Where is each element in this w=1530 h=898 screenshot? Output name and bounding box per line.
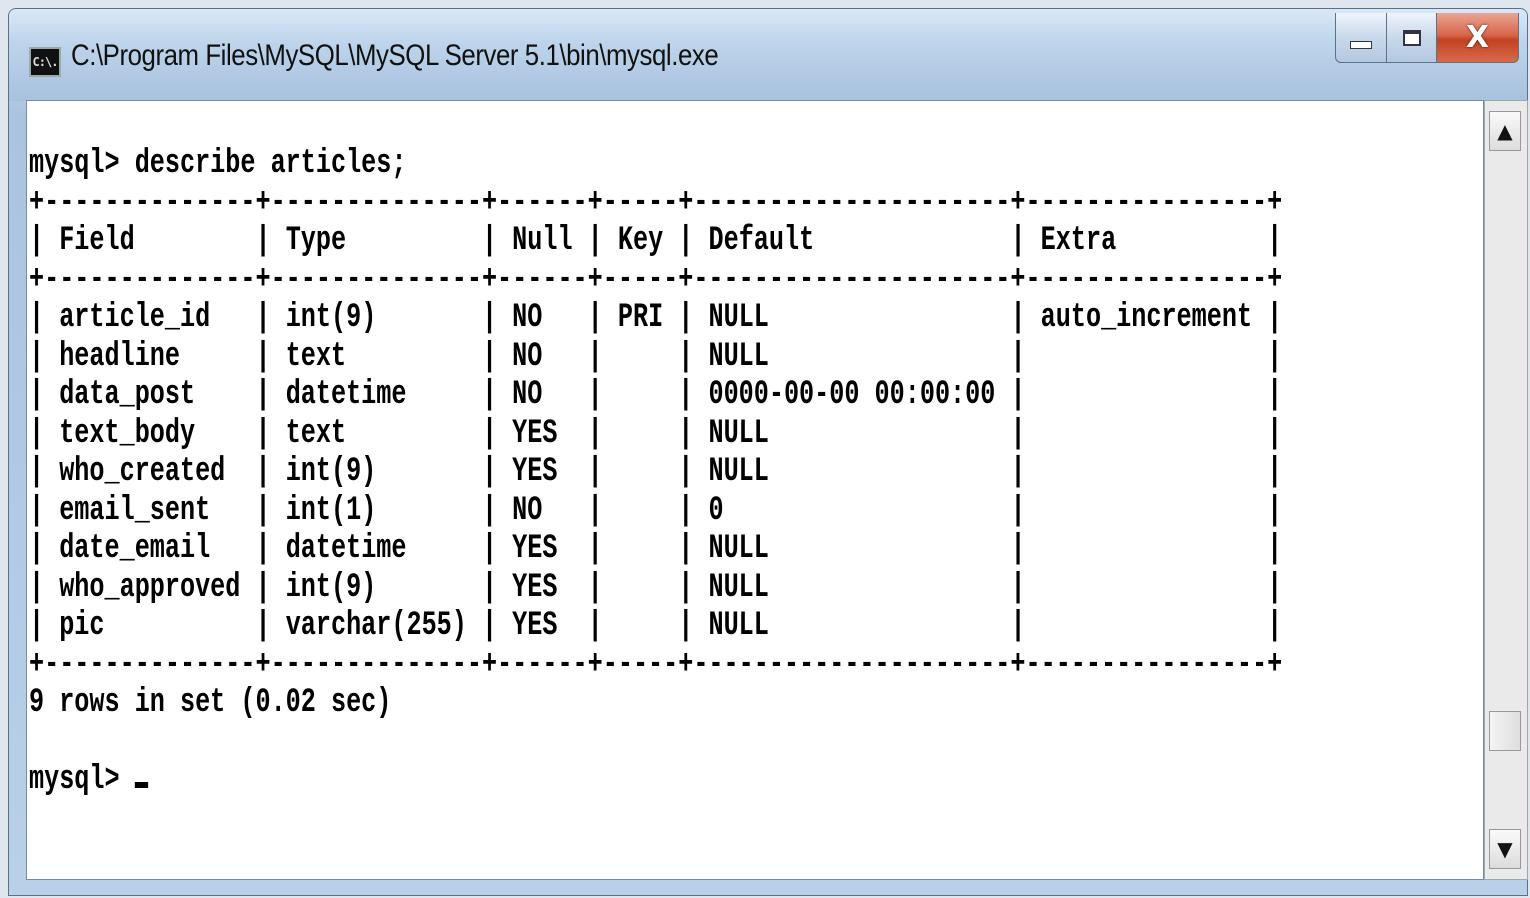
- result-summary: 9 rows in set (0.02 sec): [29, 684, 392, 722]
- table-cell: NO: [512, 299, 543, 337]
- table-cell: auto_increment: [1040, 299, 1253, 337]
- window-title: C:\Program Files\MySQL\MySQL Server 5.1\…: [71, 39, 719, 72]
- table-cell: NULL: [708, 568, 769, 607]
- table-cell: YES: [512, 530, 558, 568]
- maximize-icon: [1402, 29, 1421, 46]
- column-header: Field: [59, 222, 135, 260]
- result-table: +--------------+--------------+------+--…: [29, 184, 1282, 684]
- console-app-icon[interactable]: C:\.: [29, 47, 61, 77]
- table-cell: headline: [59, 337, 180, 376]
- table-cell: int(1): [285, 491, 377, 530]
- table-row: | data_post | datetime | NO | | 0000-00-…: [29, 376, 1283, 414]
- table-cell: NULL: [708, 453, 769, 491]
- column-header: Type: [285, 222, 347, 260]
- table-cell: who_created: [59, 453, 226, 491]
- table-cell: NULL: [708, 414, 769, 453]
- console-output-area[interactable]: mysql> describe articles; +-------------…: [26, 100, 1484, 880]
- table-cell: varchar(255): [285, 607, 467, 645]
- console-screen: mysql> describe articles; +-------------…: [29, 145, 1282, 800]
- arrow-down-icon: ▼: [1497, 837, 1513, 861]
- table-row: | email_sent | int(1) | NO | | 0 | |: [29, 491, 1283, 530]
- table-cell: int(9): [285, 568, 377, 607]
- table-cell: text: [285, 414, 347, 453]
- table-border: +--------------+--------------+------+--…: [29, 645, 1283, 684]
- table-row: | text_body | text | YES | | NULL | |: [29, 414, 1283, 453]
- table-cell: int(9): [285, 299, 377, 337]
- table-cell: NULL: [708, 299, 769, 337]
- table-cell: int(9): [285, 453, 377, 491]
- scroll-down-button[interactable]: ▼: [1489, 829, 1521, 869]
- header-row: | Field | Type | Null | Key | Default | …: [29, 222, 1283, 260]
- close-icon: X: [1465, 20, 1490, 55]
- table-row: | headline | text | NO | | NULL | |: [29, 337, 1283, 376]
- title-bar[interactable]: C:\. C:\Program Files\MySQL\MySQL Server…: [9, 9, 1527, 101]
- table-cell: NO: [512, 491, 543, 530]
- table-cell: NO: [512, 376, 543, 414]
- table-row: | date_email | datetime | YES | | NULL |…: [29, 530, 1283, 568]
- table-row: | article_id | int(9) | NO | PRI | NULL …: [29, 299, 1283, 337]
- input-prompt: mysql>: [29, 761, 135, 799]
- table-cell: YES: [512, 568, 558, 607]
- minimize-button[interactable]: [1335, 13, 1387, 63]
- table-cell: datetime: [285, 376, 407, 414]
- table-row: | who_created | int(9) | YES | | NULL | …: [29, 453, 1283, 491]
- vertical-scrollbar[interactable]: ▲ ▼: [1484, 100, 1528, 880]
- table-cell: 0: [708, 491, 724, 530]
- arrow-up-icon: ▲: [1497, 119, 1513, 143]
- table-cell: data_post: [59, 376, 196, 414]
- table-cell: pic: [59, 607, 105, 645]
- table-row: | pic | varchar(255) | YES | | NULL | |: [29, 607, 1283, 645]
- table-border: +--------------+--------------+------+--…: [29, 183, 1283, 222]
- scrollbar-thumb[interactable]: [1489, 711, 1521, 751]
- table-cell: email_sent: [59, 491, 211, 530]
- table-cell: datetime: [285, 530, 407, 568]
- table-cell: PRI: [617, 299, 664, 337]
- column-header: Key: [617, 222, 664, 260]
- command-line: mysql> describe articles;: [29, 145, 407, 183]
- table-cell: date_email: [59, 530, 211, 568]
- table-row: | who_approved | int(9) | YES | | NULL |…: [29, 568, 1283, 607]
- table-cell: text: [285, 337, 347, 376]
- table-cell: YES: [512, 607, 558, 645]
- table-cell: NO: [512, 337, 543, 376]
- table-cell: 0000-00-00 00:00:00: [708, 376, 996, 414]
- column-header: Null: [512, 222, 573, 260]
- table-cell: text_body: [59, 414, 196, 453]
- table-cell: NULL: [708, 530, 769, 568]
- table-cell: NULL: [708, 607, 769, 645]
- text-cursor: [134, 782, 149, 788]
- table-cell: who_approved: [59, 568, 241, 607]
- table-cell: article_id: [59, 299, 211, 337]
- column-header: Default: [708, 222, 815, 260]
- column-header: Extra: [1040, 222, 1117, 260]
- minimize-icon: [1350, 40, 1372, 49]
- table-cell: NULL: [708, 337, 769, 376]
- maximize-button[interactable]: [1387, 13, 1437, 63]
- table-cell: YES: [512, 414, 558, 453]
- scroll-up-button[interactable]: ▲: [1489, 111, 1521, 151]
- table-border: +--------------+--------------+------+--…: [29, 260, 1283, 299]
- table-cell: YES: [512, 453, 558, 491]
- close-button[interactable]: X: [1437, 13, 1519, 63]
